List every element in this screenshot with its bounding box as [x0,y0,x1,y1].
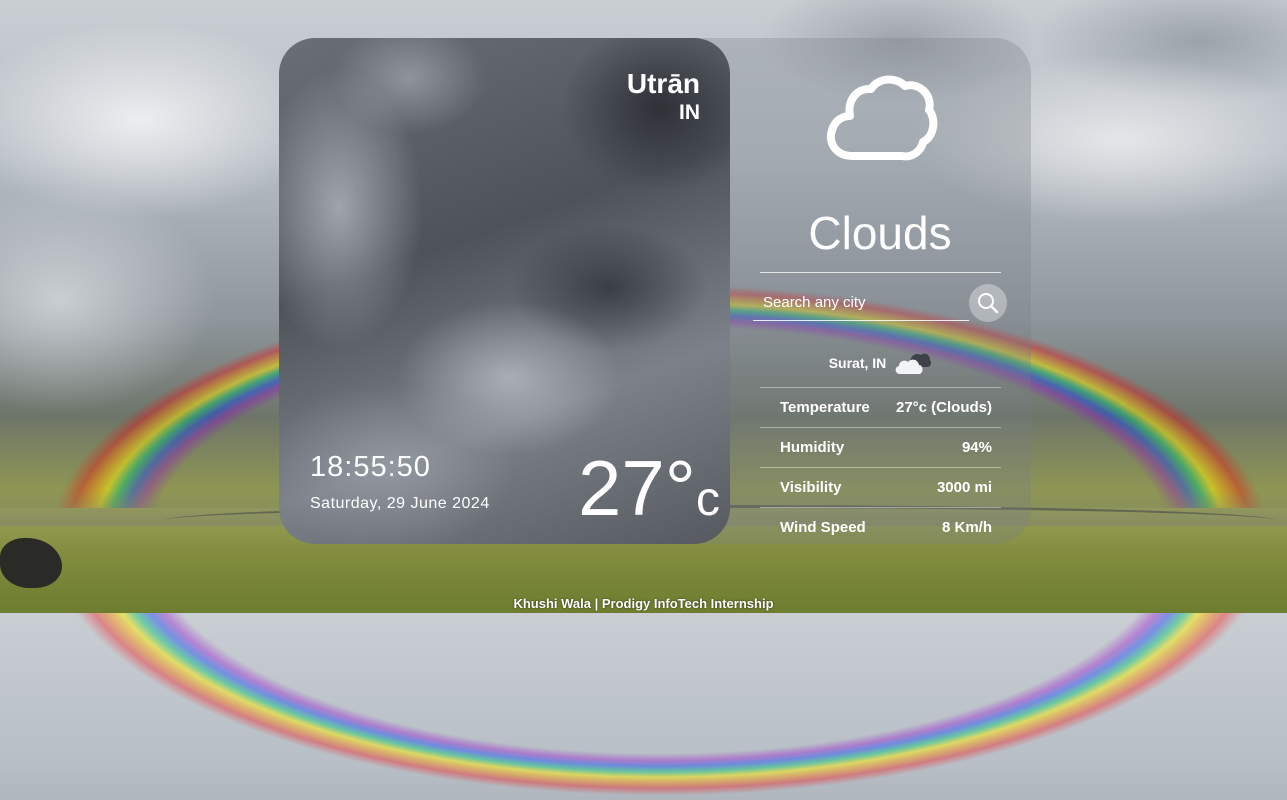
detail-label: Visibility [780,479,842,496]
result-location-label: Surat, IN [828,355,887,371]
detail-row-humidity: Humidity 94% [760,427,1001,467]
detail-label: Humidity [780,439,845,456]
city-name: Utrān [626,68,700,99]
current-temperature: 27°c [578,443,720,544]
city-search-input[interactable] [753,285,969,321]
search-result-location: Surat, IN [760,350,1001,376]
detail-row-wind-speed: Wind Speed 8 Km/h [760,507,1001,547]
search-button[interactable] [969,284,1007,322]
detail-value: 27°c (Clouds) [895,399,992,416]
detail-value: 94% [961,439,992,456]
footer-credit: Khushi Wala | Prodigy InfoTech Internshi… [513,596,774,611]
temperature-unit: c [696,473,720,526]
search-icon [978,293,999,314]
detail-label: Wind Speed [780,519,866,536]
current-time: 18:55:50 [310,451,431,483]
detail-row-visibility: Visibility 3000 mi [760,467,1001,507]
cloud-icon [827,75,938,161]
location-block: Utrān IN [627,68,700,126]
detail-row-temperature: Temperature 27°c (Clouds) [760,387,1001,427]
temperature-value: 27° [578,444,696,532]
weather-details: Temperature 27°c (Clouds) Humidity 94% V… [760,387,1001,547]
cloudy-icon [895,353,932,374]
weather-condition: Clouds [808,207,952,259]
current-weather-panel: Utrān IN 18:55:50 Saturday, 29 June 2024… [279,38,730,544]
country-code: IN [679,101,700,124]
divider [760,272,1001,273]
detail-value: 8 Km/h [941,519,992,536]
current-date: Saturday, 29 June 2024 [310,495,490,512]
detail-value: 3000 mi [936,479,992,496]
detail-label: Temperature [780,399,870,416]
